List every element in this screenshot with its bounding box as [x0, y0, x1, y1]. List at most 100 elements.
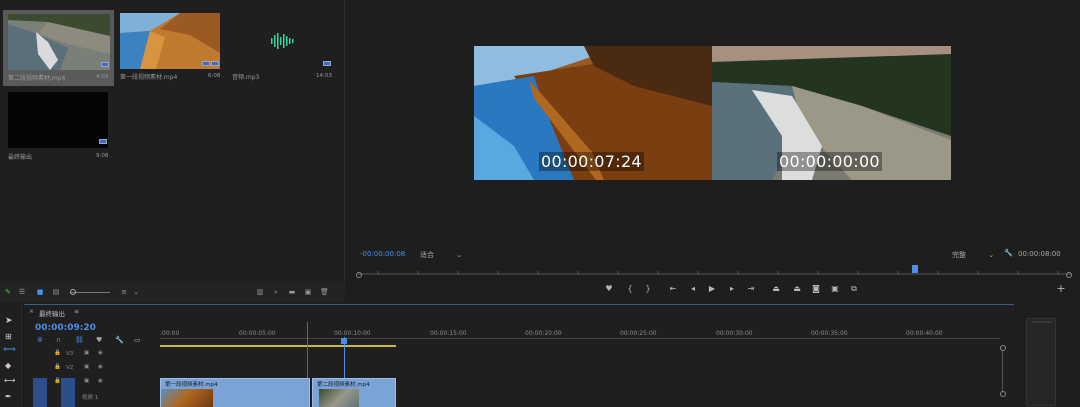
mark-in-icon[interactable]: { [625, 285, 635, 293]
playhead-handle[interactable] [341, 338, 347, 344]
timeline-clip-2[interactable]: 第二段视频素材.mp4 [312, 378, 396, 407]
program-current-timecode[interactable]: -00:00:00:08 [360, 250, 405, 258]
step-back-icon[interactable]: ◂ [688, 285, 698, 293]
bin-item-mountain-clip[interactable]: 第一段视频素材.mp4 6:08 [120, 13, 222, 83]
add-marker-icon[interactable]: ♥ [604, 285, 614, 293]
extract-icon[interactable]: ⏏ [792, 285, 802, 293]
linked-selection-icon[interactable]: ⛓ [75, 336, 84, 344]
track-label-v2: V2 [66, 365, 74, 371]
zoom-slider[interactable] [70, 292, 110, 293]
captions-icon[interactable]: ▭ [134, 336, 141, 344]
lock-icon[interactable]: 🔒 [54, 350, 61, 356]
timeline-clip-1[interactable]: 第一段视频素材.mp4 [160, 378, 310, 407]
freeform-view-icon[interactable]: ▤ [52, 289, 60, 296]
audio-waveform-icon [268, 30, 296, 52]
track-name-v1: 视频 1 [82, 395, 99, 401]
bin-item-sequence[interactable]: 最终输出 9:08 [8, 92, 110, 162]
pen-tool-icon[interactable]: ✒ [5, 392, 12, 401]
program-duration: 00:00:08:00 [1018, 250, 1061, 258]
slip-tool-icon[interactable]: ⟷ [4, 376, 15, 385]
menu-icon[interactable]: ≡ [74, 308, 79, 315]
bin-item-name: 最终输出 [8, 154, 33, 161]
bin-item-beach-clip[interactable]: 第二段视频素材.mp4 4:03 [8, 14, 110, 84]
sync-lock-icon[interactable]: ▣ [84, 350, 89, 356]
track-select-icon[interactable]: ⊞ [5, 332, 12, 341]
scroll-handle-bottom[interactable] [1000, 391, 1006, 397]
comparison-icon[interactable]: ⧉ [849, 285, 859, 293]
clip-1-thumbnail [161, 389, 213, 407]
eye-icon[interactable]: ◉ [98, 350, 103, 356]
new-item-icon[interactable]: ▣ [304, 289, 312, 296]
scroll-handle-top[interactable] [1000, 345, 1006, 351]
sequence-tab[interactable]: 最终输出 [39, 308, 65, 318]
go-to-in-icon[interactable]: ⇤ [668, 285, 678, 293]
marker-icon[interactable]: ♥ [96, 336, 102, 344]
search-icon[interactable]: ⌕ [272, 289, 280, 296]
program-scrub-ruler[interactable] [358, 262, 1072, 276]
program-playhead[interactable] [912, 265, 918, 273]
close-icon[interactable]: × [29, 308, 34, 315]
zoom-slider-handle[interactable] [70, 289, 76, 295]
pencil-icon[interactable]: ✎ [4, 289, 12, 296]
ruler-end-handle[interactable] [1066, 272, 1072, 278]
go-to-out-icon[interactable]: ⇥ [746, 285, 756, 293]
export-frame-icon[interactable]: ◙ [811, 285, 821, 293]
audio-badge-icon [323, 61, 331, 66]
sync-lock-icon[interactable]: ▣ [84, 364, 89, 370]
list-view-icon[interactable]: ☰ [18, 289, 26, 296]
overlay-timecode-right: 00:00:00:00 [777, 152, 882, 171]
bin-item-name: 第一段视频素材.mp4 [120, 74, 178, 81]
chevron-down-icon[interactable]: ⌄ [132, 289, 140, 296]
tick-label: 00:00:20:00 [525, 330, 562, 337]
audio-meter [1026, 318, 1056, 406]
video-badge-icon [101, 62, 109, 67]
video-badge-icon [202, 61, 210, 66]
ruler-start-handle[interactable] [356, 272, 362, 278]
sort-icon[interactable]: ≡ [120, 289, 128, 296]
tick-label: 00:00:10:00 [334, 330, 371, 337]
chevron-down-icon: ⌄ [988, 251, 995, 259]
work-area-bar[interactable] [160, 345, 396, 347]
audio-badge-icon [211, 61, 219, 66]
beach-thumbnail [8, 14, 110, 70]
icon-view-icon[interactable]: ■ [36, 289, 44, 296]
selection-tool-icon[interactable]: ➤ [5, 316, 13, 326]
sequence-thumbnail [8, 92, 108, 148]
new-bin-icon[interactable]: ▬ [288, 289, 296, 296]
source-patch-v1[interactable] [33, 378, 47, 407]
nest-icon[interactable]: ⟱ [37, 336, 43, 344]
eye-icon[interactable]: ◉ [98, 364, 103, 370]
quality-dropdown-value: 完整 [952, 251, 966, 259]
bin-item-duration: 4:03 [96, 74, 109, 80]
trash-icon[interactable]: 🗑 [320, 289, 329, 296]
add-button-icon[interactable]: + [1056, 283, 1066, 294]
wrench-icon[interactable]: 🔧 [115, 336, 124, 344]
target-v1-toggle[interactable] [61, 378, 75, 407]
fit-dropdown[interactable]: 适合 ⌄ [420, 250, 462, 260]
step-forward-icon[interactable]: ▸ [727, 285, 737, 293]
sync-lock-icon[interactable]: ▣ [84, 378, 89, 384]
bin-item-name: 音频.mp3 [232, 74, 260, 81]
audio-meter-panel [1016, 304, 1080, 407]
eye-icon[interactable]: ◉ [98, 378, 103, 384]
razor-icon[interactable]: ◆ [5, 361, 11, 370]
mark-out-icon[interactable]: } [643, 285, 653, 293]
quality-dropdown[interactable]: 完整 ⌄ [952, 250, 994, 260]
tick-label: 00:00:15:00 [430, 330, 467, 337]
chevron-down-icon: ⌄ [456, 251, 463, 259]
ripple-edit-icon[interactable]: ⟺ [3, 345, 16, 355]
snap-icon[interactable]: ∩ [56, 336, 61, 344]
lock-icon[interactable]: 🔒 [54, 378, 61, 384]
tick-label: 00:00:25:00 [620, 330, 657, 337]
compare-view-icon[interactable]: ▣ [830, 285, 840, 293]
lift-icon[interactable]: ⏏ [771, 285, 781, 293]
bin-item-audio-clip[interactable]: 音频.mp3 14:03 [232, 13, 334, 83]
automate-sequence-icon[interactable]: ▥ [256, 289, 264, 296]
lock-icon[interactable]: 🔒 [54, 364, 61, 370]
clip-title: 第一段视频素材.mp4 [165, 382, 218, 388]
wrench-icon[interactable]: 🔧 [1004, 249, 1013, 257]
vertical-scrollbar[interactable] [1002, 351, 1003, 391]
play-icon[interactable]: ▶ [707, 285, 717, 293]
bin-item-duration: 9:08 [96, 153, 109, 159]
timeline-current-timecode[interactable]: 00:00:09:20 [35, 323, 96, 333]
